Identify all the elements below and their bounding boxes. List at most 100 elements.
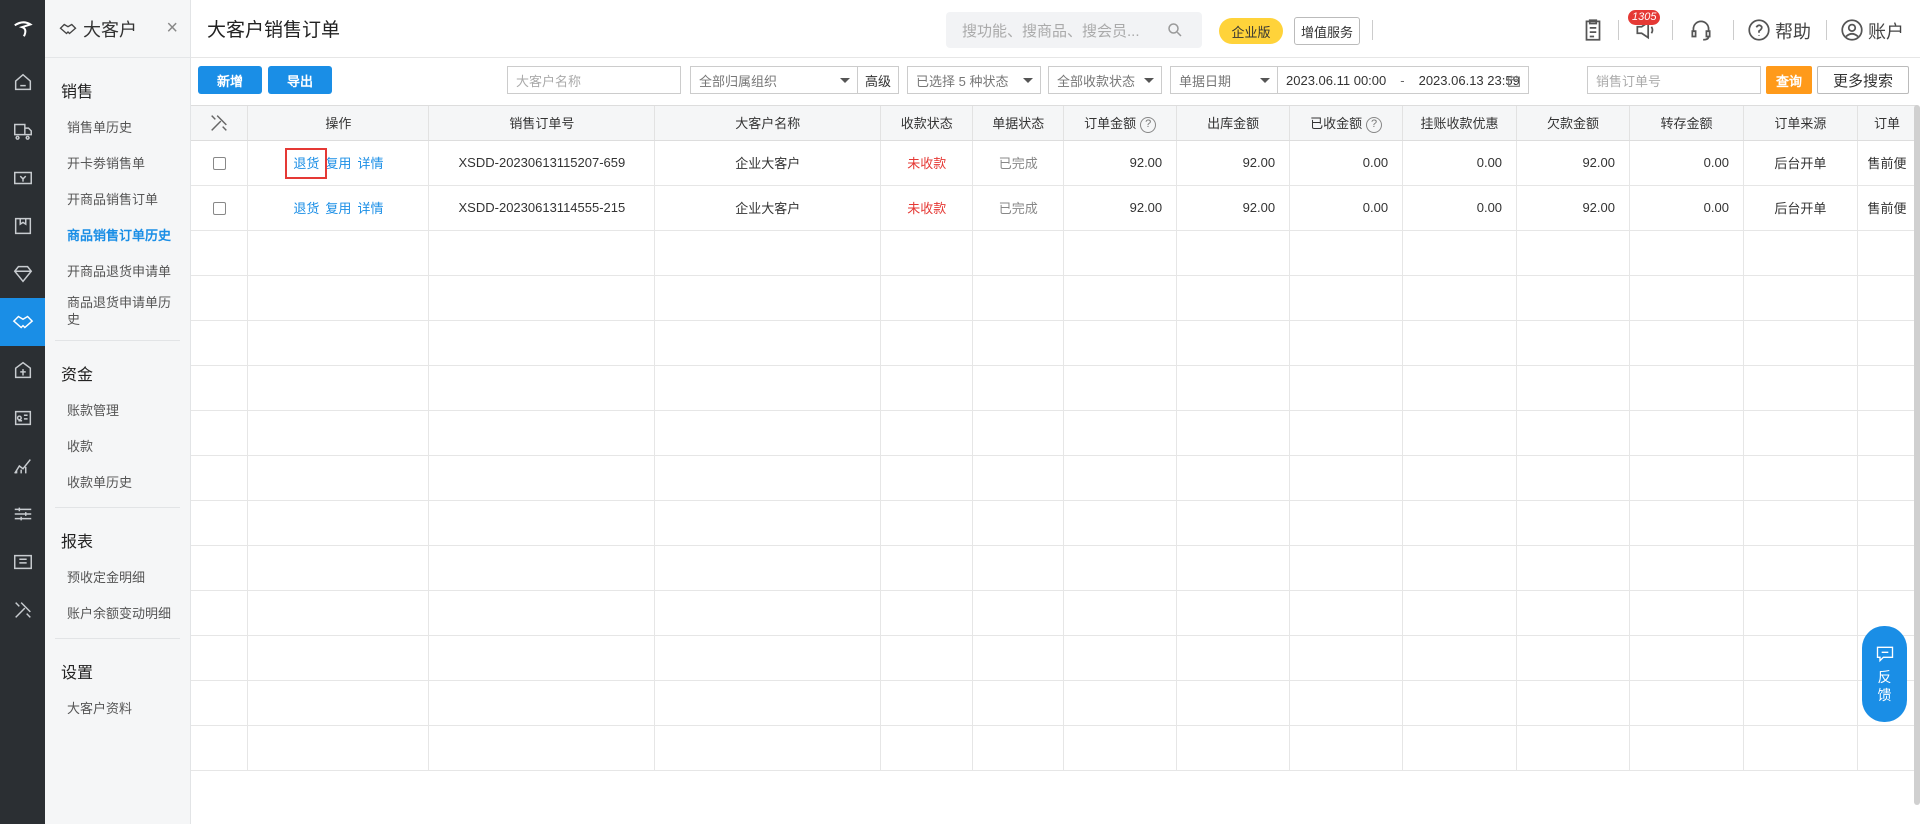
sidebar-item-receipt[interactable]: 收款 [45,429,190,465]
empty-cell [1402,455,1518,501]
account-link[interactable]: 账户 [1868,18,1904,44]
table-row[interactable]: 退货 复用 详情 XSDD-20230613115207-659 企业大客户 未收款 已完成… [191,140,1917,186]
advanced-button[interactable]: 高级 [857,66,899,94]
clipboard-icon[interactable] [1580,17,1606,46]
cashier-icon[interactable] [0,154,45,202]
detail-link[interactable]: 详情 [357,201,383,216]
member-diamond-icon[interactable] [0,250,45,298]
reuse-link[interactable]: 复用 [325,201,351,216]
help-link[interactable]: 帮助 [1775,18,1811,44]
settings-sliders-icon[interactable] [0,490,45,538]
empty-cell [1516,680,1630,726]
customer-name-input[interactable]: 大客户名称 [507,66,681,94]
empty-cell [1289,725,1404,771]
empty-cell [1629,410,1744,456]
empty-row [191,725,1917,771]
sidebar-item-order-history[interactable]: 商品销售订单历史 [45,218,190,254]
sidebar-title: 大客户 [83,19,137,40]
return-link[interactable]: 退货 [293,201,319,216]
feedback-button[interactable]: 反馈 [1862,626,1907,722]
query-button[interactable]: 查询 [1766,66,1812,94]
sidebar-item-deposit-detail[interactable]: 预收定金明细 [45,560,190,596]
report-chart-icon[interactable] [0,442,45,490]
column-settings-icon[interactable] [191,106,249,141]
account-user-icon[interactable] [1839,17,1865,46]
staff-card-icon[interactable] [0,394,45,442]
payment-status-value: 全部收款状态 [1057,73,1136,89]
cell-pay-status: 未收款 [880,185,974,231]
empty-cell [1063,680,1178,726]
sidebar-item-card-sale[interactable]: 开卡劵销售单 [45,146,190,182]
date-range-picker[interactable]: 2023.06.11 00:00 - 2023.06.13 23:59 [1277,66,1529,94]
calendar-icon[interactable] [1506,73,1522,89]
empty-cell [1743,590,1858,636]
empty-cell [654,635,882,681]
help-icon[interactable]: ? [1366,116,1383,133]
order-number-input[interactable]: 销售订单号 [1587,66,1761,94]
vertical-scrollbar[interactable] [1914,105,1920,805]
sidebar-item-balance-detail[interactable]: 账户余额变动明细 [45,596,190,632]
help-icon[interactable]: ? [1140,116,1157,133]
table-header-row: 操作 销售订单号 大客户名称 收款状态 单据状态 订单金额? 出库金额 已收金额… [191,106,1917,141]
app-logo-icon[interactable] [0,0,45,58]
detail-link[interactable]: 详情 [357,156,383,171]
product-icon[interactable] [0,202,45,250]
sidebar-section-reports: 报表 [61,534,94,551]
export-button[interactable]: 导出 [268,66,332,94]
cell-received: 0.00 [1289,140,1404,186]
sidebar: 大客户 × 销售 销售单历史 开卡劵销售单 开商品销售订单 商品销售订单历史 开… [45,0,191,824]
close-icon[interactable]: × [166,17,178,40]
delivery-icon[interactable] [0,106,45,154]
empty-cell [1516,275,1630,321]
sidebar-item-accounts[interactable]: 账款管理 [45,393,190,429]
empty-cell [972,725,1065,771]
sidebar-item-return-history[interactable]: 商品退货申请单历史 [45,290,190,334]
value-added-services-button[interactable]: 增值服务 [1294,17,1360,45]
empty-row [191,635,1917,681]
col-header-customer: 大客户名称 [654,106,882,141]
table-row[interactable]: 退货 复用 详情 XSDD-20230613114555-215 企业大客户 未收款 已完成… [191,185,1917,231]
empty-cell [1857,230,1917,276]
empty-cell [191,455,249,501]
empty-cell [428,590,656,636]
finance-icon[interactable] [0,346,45,394]
org-select[interactable]: 全部归属组织 [690,66,858,94]
empty-cell [1402,230,1518,276]
tools-icon[interactable] [0,586,45,634]
empty-cell [1743,230,1858,276]
return-link[interactable]: 退货 [285,148,328,179]
search-icon[interactable] [1166,21,1184,39]
sidebar-item-new-return[interactable]: 开商品退货申请单 [45,254,190,290]
app-store-icon[interactable] [0,538,45,586]
date-to[interactable]: 2023.06.13 23:59 [1419,73,1520,88]
empty-cell [654,365,882,411]
row-checkbox[interactable] [191,185,249,231]
col-header-amount-label: 订单金额 [1084,115,1137,131]
date-type-select[interactable]: 单据日期 [1170,66,1278,94]
more-search-button[interactable]: 更多搜索 [1817,66,1909,94]
sidebar-item-receipt-history[interactable]: 收款单历史 [45,465,190,501]
status-select[interactable]: 已选择 5 种状态 [907,66,1041,94]
empty-cell [654,545,882,591]
headset-support-icon[interactable] [1688,17,1714,46]
handshake-icon[interactable] [0,298,45,346]
row-checkbox[interactable] [191,140,249,186]
empty-cell [972,230,1065,276]
sidebar-item-new-order[interactable]: 开商品销售订单 [45,182,190,218]
empty-cell [654,410,882,456]
help-icon[interactable] [1746,17,1772,46]
date-from[interactable]: 2023.06.11 00:00 [1286,73,1386,88]
sidebar-item-sales-history[interactable]: 销售单历史 [45,110,190,146]
edition-badge[interactable]: 企业版 [1219,18,1283,44]
empty-cell [191,725,249,771]
empty-cell [1516,230,1630,276]
add-button[interactable]: 新增 [198,66,262,94]
payment-status-select[interactable]: 全部收款状态 [1048,66,1162,94]
cell-transfer: 0.00 [1629,140,1744,186]
empty-cell [972,410,1065,456]
global-search-input[interactable]: 搜功能、搜商品、搜会员... [946,12,1202,48]
sidebar-item-customer-profile[interactable]: 大客户资料 [45,691,190,727]
reuse-link[interactable]: 复用 [325,156,351,171]
home-icon[interactable] [0,58,45,106]
col-header-discount: 挂账收款优惠 [1402,106,1518,141]
